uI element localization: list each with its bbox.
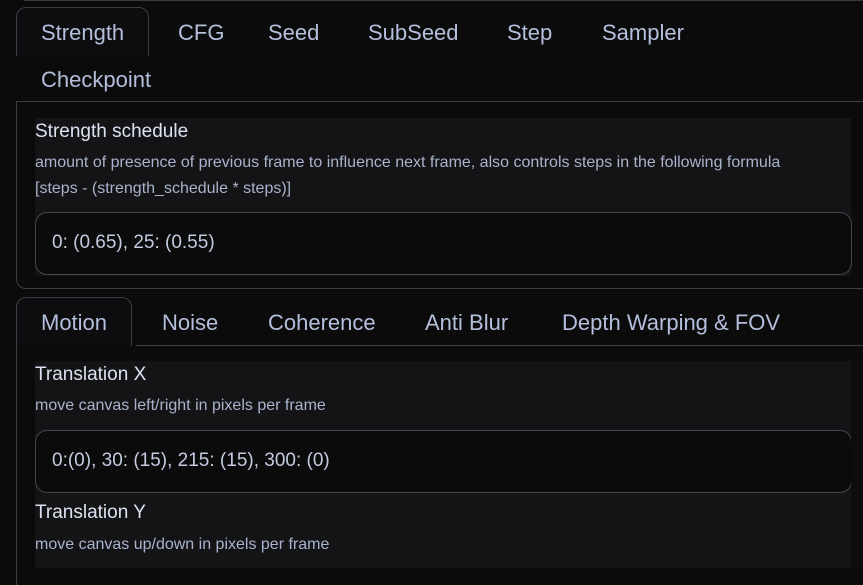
strength-schedule-label: Strength schedule — [35, 121, 189, 142]
strength-schedule-formula: [steps - (strength_schedule * steps)] — [35, 180, 292, 197]
translation-x-input[interactable]: 0:(0), 30: (15), 215: (15), 300: (0) — [35, 430, 852, 493]
tab-coherence[interactable]: Coherence — [268, 298, 376, 346]
tab-checkpoint[interactable]: Checkpoint — [41, 55, 151, 103]
tab-seed[interactable]: Seed — [268, 8, 319, 56]
strength-schedule-input[interactable]: 0: (0.65), 25: (0.55) — [35, 212, 852, 275]
top-divider — [24, 0, 863, 1]
tab-motion[interactable]: Motion — [16, 297, 133, 346]
tab-strength[interactable]: Strength — [16, 7, 150, 56]
strength-schedule-info: amount of presence of previous frame to … — [35, 154, 781, 171]
tab-depth-warping-fov[interactable]: Depth Warping & FOV — [562, 298, 780, 346]
tab-anti-blur[interactable]: Anti Blur — [425, 298, 508, 346]
tab-cfg[interactable]: CFG — [178, 8, 224, 56]
right-gutter — [851, 361, 863, 568]
tab-sampler[interactable]: Sampler — [602, 8, 684, 56]
tab-noise[interactable]: Noise — [162, 298, 218, 346]
tab-subseed[interactable]: SubSeed — [368, 8, 459, 56]
translation-x-label: Translation X — [35, 364, 147, 385]
tab-step[interactable]: Step — [507, 8, 552, 56]
strength-schedule-value: 0: (0.65), 25: (0.55) — [52, 232, 215, 253]
translation-x-info: move canvas left/right in pixels per fra… — [35, 397, 326, 414]
translation-y-info: move canvas up/down in pixels per frame — [35, 536, 330, 553]
translation-y-label: Translation Y — [35, 502, 146, 523]
translation-x-value: 0:(0), 30: (15), 215: (15), 300: (0) — [52, 450, 330, 471]
